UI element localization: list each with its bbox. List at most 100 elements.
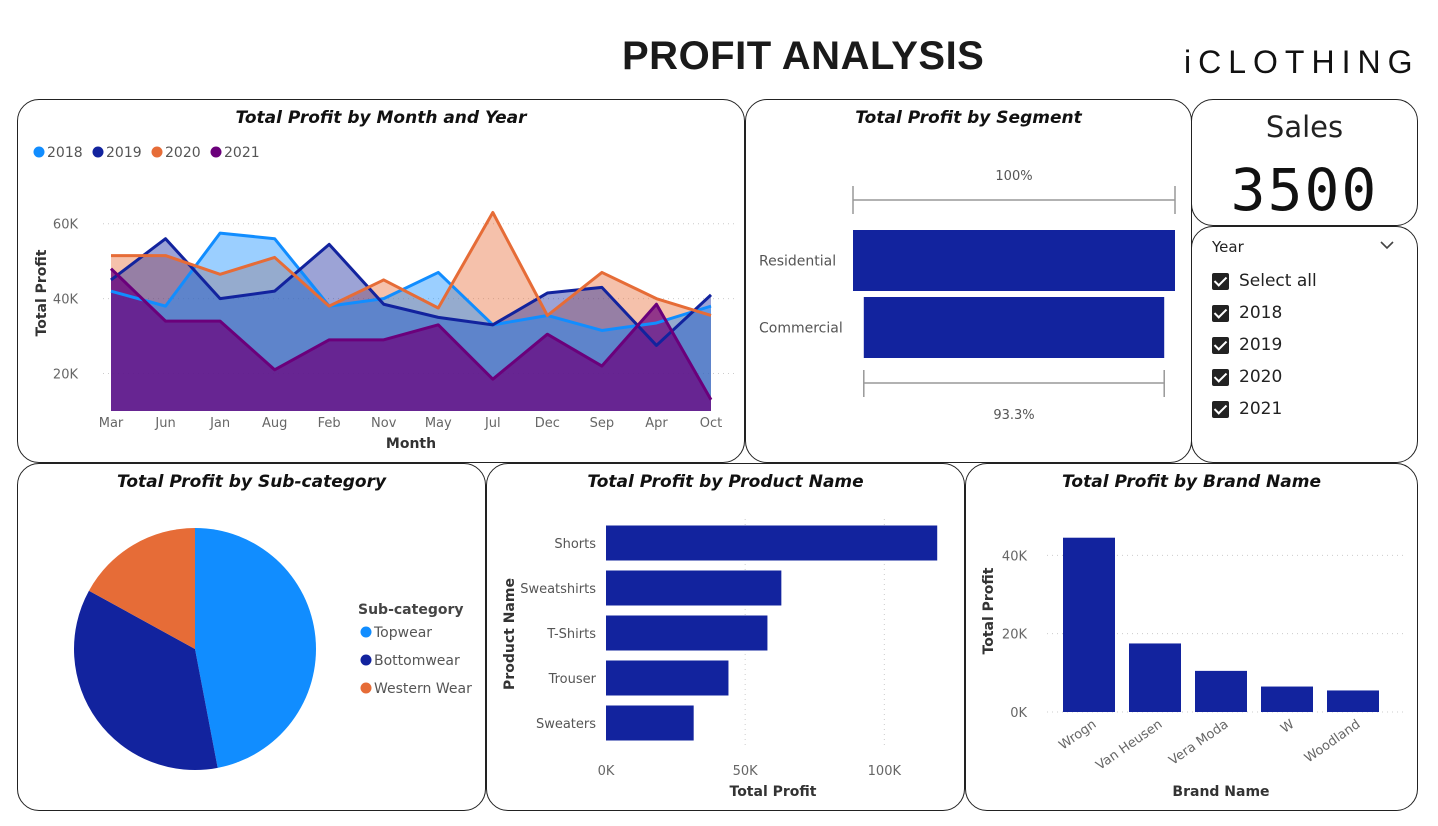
y-axis-label: Product Name: [502, 578, 518, 690]
product-bar: [606, 525, 938, 561]
legend-label: 2021: [224, 145, 260, 161]
sales-label: Sales: [1265, 110, 1344, 144]
legend-marker: [360, 682, 372, 694]
brand-bar: [1129, 643, 1181, 712]
legend-marker: [360, 626, 372, 638]
checkbox-checked-icon[interactable]: [1212, 400, 1229, 418]
segment-card[interactable]: Total Profit by Segment Residential Comme…: [745, 99, 1192, 463]
legend-marker: [210, 146, 222, 158]
x-tick-label: W: [1278, 717, 1297, 737]
x-tick-label: Jul: [484, 416, 501, 431]
y-tick-label: 60K: [53, 218, 79, 233]
segment-bar: [863, 297, 1165, 358]
year-slicer[interactable]: Year Select all 2018 2019 2020 2021: [1191, 226, 1418, 463]
x-tick-label: May: [425, 416, 452, 431]
x-tick-label: Apr: [645, 416, 668, 431]
y-tick-label: Sweaters: [536, 717, 596, 732]
brand-bar: [1195, 670, 1247, 712]
sales-card[interactable]: Sales 3500: [1191, 99, 1418, 226]
x-axis-label: Brand Name: [1172, 784, 1269, 800]
brand-bar: [1063, 537, 1115, 712]
slicer-item-2021[interactable]: 2021: [1212, 393, 1317, 425]
x-tick-label: Jan: [209, 416, 230, 431]
x-tick-label: Aug: [262, 416, 287, 431]
y-tick-label: 40K: [53, 293, 79, 308]
x-tick-label: Dec: [535, 416, 560, 431]
segment-chart: Residential Commercial 100% 93.3%: [759, 169, 1176, 423]
x-tick-label: Vera Moda: [1166, 717, 1231, 769]
month-year-chart: 2018 2019 2020 2021 20K 40K 60K Mar Jun Jan Aug Feb…: [33, 145, 736, 452]
month-year-card[interactable]: Total Profit by Month and Year 2018 2019 2…: [17, 99, 745, 463]
slicer-item-label: 2021: [1239, 399, 1283, 419]
legend-label: Topwear: [373, 625, 432, 641]
segment-annotation: 93.3%: [993, 408, 1034, 423]
legend-marker: [151, 146, 163, 158]
x-tick-label: 0K: [598, 764, 615, 779]
product-bar: [606, 615, 768, 651]
slicer-item-2018[interactable]: 2018: [1212, 297, 1317, 329]
legend-marker: [92, 146, 104, 158]
slicer-item-label: Select all: [1239, 271, 1317, 291]
legend-label: 2020: [165, 145, 201, 161]
legend-label: Western Wear: [374, 681, 472, 697]
x-tick-label: 50K: [733, 764, 759, 779]
product-bar: [606, 705, 694, 741]
segment-annotation: 100%: [995, 169, 1032, 184]
y-tick-label: Trouser: [548, 672, 597, 687]
legend-label: 2018: [47, 145, 83, 161]
y-tick-label: T-Shirts: [546, 627, 596, 642]
slicer-item-label: 2018: [1239, 303, 1283, 323]
slicer-item-2019[interactable]: 2019: [1212, 329, 1317, 361]
product-chart: 0K 50K 100K Shorts Sweatshirts T-Shirts Trouse…: [502, 519, 938, 800]
x-tick-label: Mar: [99, 416, 124, 431]
legend-marker: [33, 146, 45, 158]
x-axis-label: Month: [386, 436, 436, 452]
product-bar: [606, 660, 729, 696]
y-tick-label: 20K: [53, 368, 79, 383]
y-tick-label: 40K: [1002, 549, 1028, 564]
y-tick-label: Shorts: [554, 537, 596, 552]
brand-chart: 0K 20K 40K WrognVan Heusen Vera Moda W Woodlan…: [981, 537, 1406, 800]
slicer-item-select-all[interactable]: Select all: [1212, 265, 1317, 297]
x-axis-label: Total Profit: [730, 784, 817, 800]
slicer-title: Year: [1212, 238, 1244, 256]
chevron-down-icon[interactable]: [1379, 237, 1395, 253]
slicer-list: Select all 2018 2019 2020 2021: [1212, 265, 1317, 425]
y-tick-label: 0K: [1010, 706, 1027, 721]
segment-category-label: Residential: [759, 254, 836, 270]
legend-label: Bottomwear: [374, 653, 460, 669]
product-bar: [606, 570, 782, 606]
brand-card[interactable]: Total Profit by Brand Name 0K 20K 40K Wrogn…: [965, 463, 1418, 811]
x-tick-label: Van Heusen: [1093, 717, 1165, 774]
product-card[interactable]: Total Profit by Product Name 0K 50K 100K Sh…: [486, 463, 965, 811]
x-tick-label: Feb: [318, 416, 341, 431]
x-tick-label: Sep: [590, 416, 615, 431]
brand-logo: iCLOTHING: [1184, 44, 1420, 80]
x-tick-label: Nov: [371, 416, 397, 431]
y-tick-label: 20K: [1002, 628, 1028, 643]
checkbox-checked-icon[interactable]: [1212, 336, 1229, 354]
pie-slice: [195, 528, 316, 768]
sales-value: 3500: [1230, 156, 1379, 224]
x-tick-label: Wrogn: [1056, 717, 1099, 753]
x-tick-label: Oct: [700, 416, 722, 431]
legend-title: Sub-category: [358, 602, 464, 618]
slicer-item-label: 2019: [1239, 335, 1283, 355]
subcategory-chart: Sub-category Topwear Bottomwear Western Wea…: [73, 528, 472, 770]
brand-bar: [1327, 690, 1379, 712]
brand-bar: [1261, 686, 1313, 712]
checkbox-checked-icon[interactable]: [1212, 304, 1229, 322]
segment-bar: [853, 230, 1175, 291]
y-tick-label: Sweatshirts: [520, 582, 596, 597]
x-tick-label: Woodland: [1302, 717, 1363, 766]
slicer-item-2020[interactable]: 2020: [1212, 361, 1317, 393]
checkbox-checked-icon[interactable]: [1212, 272, 1229, 290]
subcategory-card[interactable]: Total Profit by Sub-category Sub-categor…: [17, 463, 486, 811]
segment-category-label: Commercial: [759, 321, 843, 337]
y-axis-label: Total Profit: [34, 249, 50, 336]
checkbox-checked-icon[interactable]: [1212, 368, 1229, 386]
legend-label: 2019: [106, 145, 142, 161]
x-tick-label: Jun: [154, 416, 175, 431]
legend-marker: [360, 654, 372, 666]
page-title: PROFIT ANALYSIS: [622, 34, 985, 78]
